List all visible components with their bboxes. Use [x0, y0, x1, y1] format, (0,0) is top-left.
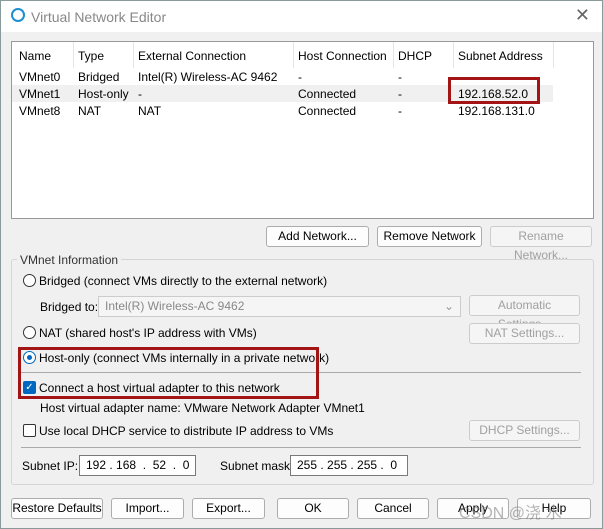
host-only-highlight-box	[18, 347, 319, 399]
title-bar: Virtual Network Editor ✕	[1, 1, 602, 32]
remove-network-button[interactable]: Remove Network	[377, 226, 482, 247]
column-header-type[interactable]: Type	[74, 42, 134, 68]
cancel-button[interactable]: Cancel	[357, 498, 429, 519]
subnet-mask-label: Subnet mask:	[220, 459, 294, 473]
dhcp-label[interactable]: Use local DHCP service to distribute IP …	[39, 424, 333, 438]
dhcp-checkbox[interactable]	[23, 424, 36, 437]
column-header-host[interactable]: Host Connection	[294, 42, 394, 68]
group-label: VMnet Information	[17, 253, 122, 267]
subnet-ip-label: Subnet IP:	[22, 459, 79, 473]
window-title: Virtual Network Editor	[31, 9, 167, 25]
bridged-to-label: Bridged to:	[40, 300, 99, 314]
add-network-button[interactable]: Add Network...	[266, 226, 369, 247]
column-header-external[interactable]: External Connection	[134, 42, 294, 68]
watermark: CSDN @浇 水	[459, 505, 562, 522]
subnet-ip-input[interactable]: 192 . 168 . 52 . 0	[79, 455, 196, 476]
import-button[interactable]: Import...	[111, 498, 184, 519]
nat-settings-button[interactable]: NAT Settings...	[469, 323, 580, 344]
rename-network-button[interactable]: Rename Network...	[490, 226, 592, 262]
nat-label[interactable]: NAT (shared host's IP address with VMs)	[39, 326, 257, 340]
close-icon[interactable]: ✕	[575, 5, 590, 26]
bridged-to-select[interactable]: Intel(R) Wireless-AC 9462 ⌄	[98, 296, 461, 317]
adapter-name-text: Host virtual adapter name: VMware Networ…	[40, 401, 365, 415]
dhcp-settings-button[interactable]: DHCP Settings...	[469, 420, 580, 441]
export-button[interactable]: Export...	[192, 498, 265, 519]
chevron-down-icon: ⌄	[443, 299, 454, 313]
restore-defaults-button[interactable]: Restore Defaults	[11, 498, 103, 519]
ok-button[interactable]: OK	[277, 498, 349, 519]
column-header-name[interactable]: Name	[12, 42, 74, 68]
bridged-radio[interactable]	[23, 274, 36, 287]
network-list[interactable]: Name Type External Connection Host Conne…	[11, 41, 594, 219]
virtual-network-editor-window: Virtual Network Editor ✕ Name Type Exter…	[0, 0, 603, 529]
automatic-settings-button[interactable]: Automatic Settings...	[469, 295, 580, 331]
divider	[21, 447, 581, 448]
bridged-label[interactable]: Bridged (connect VMs directly to the ext…	[39, 274, 327, 288]
nat-radio[interactable]	[23, 326, 36, 339]
globe-icon	[11, 8, 25, 22]
subnet-highlight-box	[448, 77, 540, 104]
subnet-mask-input[interactable]: 255 . 255 . 255 . 0	[290, 455, 408, 476]
column-header-dhcp[interactable]: DHCP	[394, 42, 454, 68]
table-row[interactable]: VMnet8 NAT NAT Connected - 192.168.131.0	[12, 102, 553, 119]
column-header-subnet[interactable]: Subnet Address	[454, 42, 554, 68]
